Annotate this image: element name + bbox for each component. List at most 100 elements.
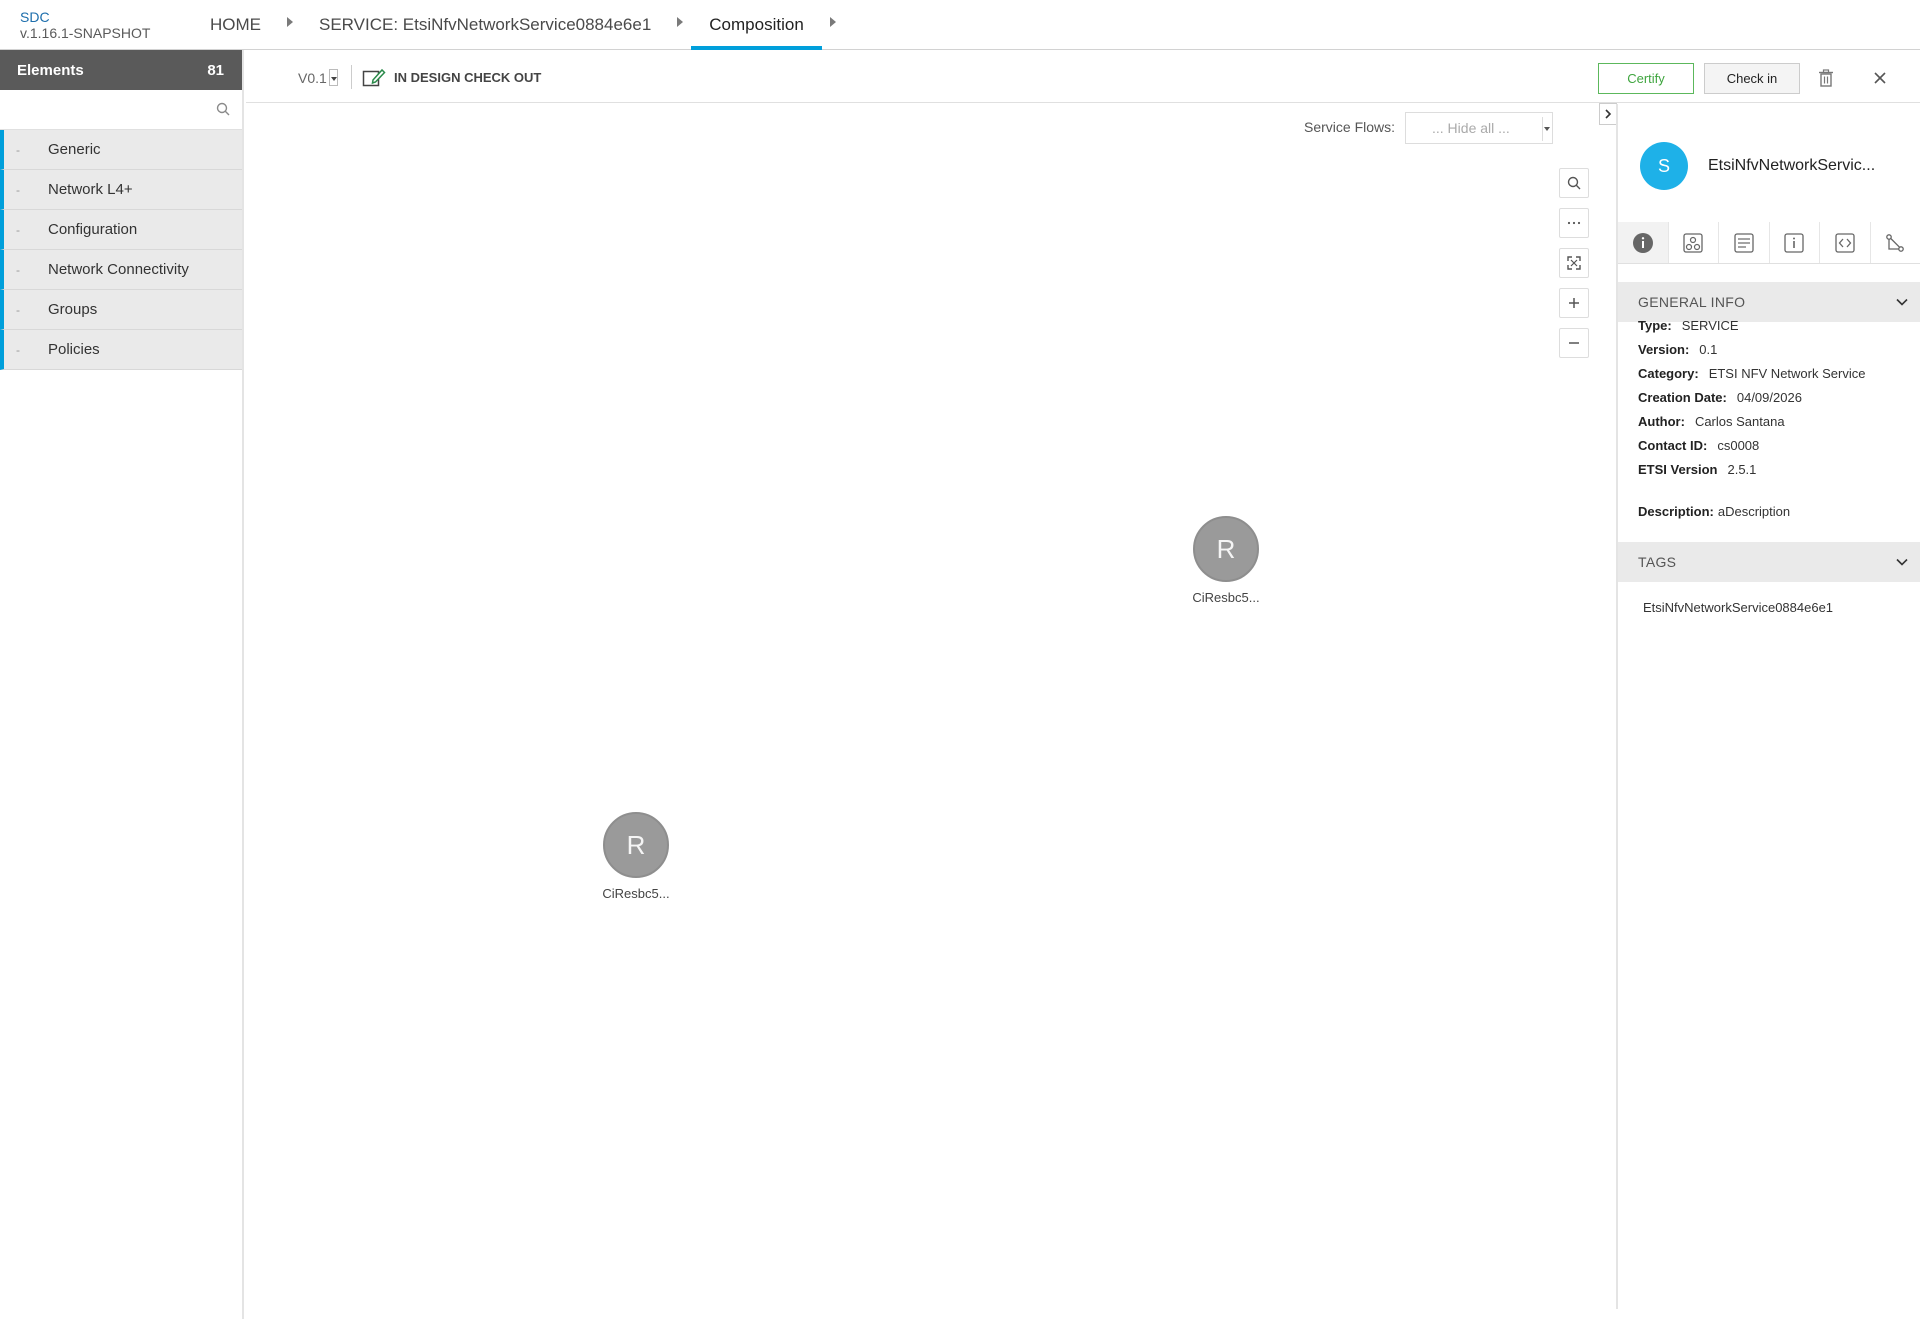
brand-name: SDC (20, 9, 50, 25)
info-value: 2.5.1 (1727, 462, 1757, 477)
general-info-list: Type: SERVICE Version: 0.1 Category: ETSI N… (1638, 314, 1908, 482)
breadcrumb-arrow-icon[interactable] (287, 17, 293, 27)
tab-composition[interactable] (1669, 222, 1719, 263)
panel-title: EtsiNfvNetworkServic... (1708, 157, 1876, 174)
node-label: CiResbc5... (1192, 590, 1260, 605)
breadcrumb-arrow-icon[interactable] (677, 17, 684, 27)
canvas-fit-button[interactable] (1559, 248, 1589, 278)
palette-group-policies[interactable]: - Policies (0, 330, 242, 370)
panel-collapse-button[interactable] (1599, 103, 1617, 125)
certify-button[interactable]: Certify (1598, 63, 1694, 94)
collapse-dash-icon: - (16, 342, 20, 357)
info-key: Description: (1638, 504, 1714, 519)
collapse-dash-icon: - (16, 302, 20, 317)
palette-group-network-l4[interactable]: - Network L4+ (0, 170, 242, 210)
zoom-in-button[interactable] (1559, 288, 1589, 318)
info-icon (1632, 232, 1653, 253)
composition-icon (1683, 232, 1703, 253)
collapse-dash-icon: - (16, 262, 20, 277)
avatar: S (1640, 142, 1688, 190)
search-icon[interactable] (216, 102, 230, 121)
checkout-edit-icon (362, 68, 386, 87)
tab-paths[interactable] (1871, 222, 1920, 263)
panel-tabs (1618, 222, 1920, 264)
status-text: IN DESIGN CHECK OUT (394, 69, 542, 85)
lifecycle-status: IN DESIGN CHECK OUT (362, 67, 541, 87)
service-flows-select[interactable]: ... Hide all ... (1405, 112, 1553, 144)
brand-version: v.1.16.1-SNAPSHOT (20, 25, 151, 41)
palette-group-configuration[interactable]: - Configuration (0, 210, 242, 250)
canvas-more-button[interactable] (1559, 208, 1589, 238)
palette-group-groups[interactable]: - Groups (0, 290, 242, 330)
breadcrumb-composition[interactable]: Composition (691, 0, 822, 50)
info-row-creation-date: Creation Date: 04/09/2026 (1638, 386, 1908, 410)
info-value: SERVICE (1681, 318, 1739, 333)
composition-canvas[interactable]: Service Flows: ... Hide all ... R CiResb… (246, 104, 1616, 1309)
palette-group-label: Configuration (48, 221, 138, 238)
info-key: ETSI Version (1638, 462, 1718, 477)
panel-header: S EtsiNfvNetworkServic... (1640, 142, 1888, 190)
trash-icon[interactable] (1814, 66, 1838, 90)
zoom-in-icon (1569, 298, 1579, 308)
info-value: 04/09/2026 (1736, 390, 1802, 405)
chevron-down-icon[interactable] (1542, 117, 1550, 141)
api-icon (1835, 232, 1855, 253)
version-selector[interactable]: V0.1 (298, 69, 338, 86)
workspace-toolbar: V0.1 IN DESIGN CHECK OUT Certify Check i… (246, 50, 1920, 103)
info-row-category: Category: ETSI NFV Network Service (1638, 362, 1908, 386)
chevron-down-icon (1896, 558, 1908, 566)
properties-icon (1784, 232, 1804, 253)
top-header: SDC v.1.16.1-SNAPSHOT HOME SERVICE: Etsi… (0, 0, 1920, 50)
info-value: cs0008 (1717, 438, 1760, 453)
deployment-icon (1734, 232, 1754, 253)
node-circle[interactable]: R (1193, 516, 1259, 582)
palette-search-input[interactable] (0, 90, 242, 128)
info-key: Author: (1638, 414, 1685, 429)
info-key: Contact ID: (1638, 438, 1708, 453)
info-row-contact-id: Contact ID: cs0008 (1638, 434, 1908, 458)
canvas-search-button[interactable] (1559, 168, 1589, 198)
tab-api[interactable] (1820, 222, 1871, 263)
info-value: 0.1 (1699, 342, 1718, 357)
tab-properties[interactable] (1770, 222, 1820, 263)
collapse-dash-icon: - (16, 142, 20, 157)
node-circle[interactable]: R (603, 812, 669, 878)
palette-title: Elements (17, 61, 84, 79)
breadcrumb-home[interactable]: HOME (210, 0, 261, 50)
palette-group-label: Policies (48, 341, 100, 358)
tag-item: EtsiNfvNetworkService0884e6e1 (1643, 600, 1834, 615)
breadcrumb-arrow-icon[interactable] (829, 17, 836, 27)
zoom-out-button[interactable] (1559, 328, 1589, 358)
palette-header: Elements 81 (0, 50, 242, 90)
tab-general-info[interactable] (1618, 222, 1669, 263)
collapse-dash-icon: - (16, 182, 20, 197)
info-key: Version: (1638, 342, 1690, 357)
palette-group-label: Network L4+ (48, 181, 133, 198)
info-key: Creation Date: (1638, 390, 1727, 405)
service-flows-label: Service Flows: (1304, 119, 1396, 135)
info-row-description: Description: aDescription (1638, 504, 1790, 519)
breadcrumb-service[interactable]: SERVICE: EtsiNfvNetworkService0884e6e1 (319, 0, 651, 50)
close-icon[interactable] (1868, 66, 1892, 90)
divider (351, 65, 352, 89)
more-icon (1567, 221, 1581, 225)
check-in-button[interactable]: Check in (1704, 63, 1800, 94)
info-key: Type: (1638, 318, 1672, 333)
chevron-right-icon (1605, 109, 1612, 119)
palette-group-network-connectivity[interactable]: - Network Connectivity (0, 250, 242, 290)
node-label: CiResbc5... (602, 886, 670, 901)
chevron-down-icon[interactable] (328, 69, 338, 86)
tags-section-header[interactable]: TAGS (1618, 542, 1920, 582)
tab-deployment[interactable] (1719, 222, 1770, 263)
service-flows-value: ... Hide all ... (1432, 120, 1510, 136)
canvas-node[interactable]: R CiResbc5... (1186, 516, 1266, 605)
info-value: Carlos Santana (1694, 414, 1785, 429)
fit-icon (1567, 256, 1581, 270)
info-row-version: Version: 0.1 (1638, 338, 1908, 362)
palette-group-generic[interactable]: - Generic (0, 130, 242, 170)
brand[interactable]: SDC v.1.16.1-SNAPSHOT (20, 9, 150, 41)
canvas-node[interactable]: R CiResbc5... (596, 812, 676, 901)
palette-group-label: Network Connectivity (48, 261, 189, 278)
paths-icon (1886, 233, 1905, 252)
info-value: ETSI NFV Network Service (1708, 366, 1866, 381)
